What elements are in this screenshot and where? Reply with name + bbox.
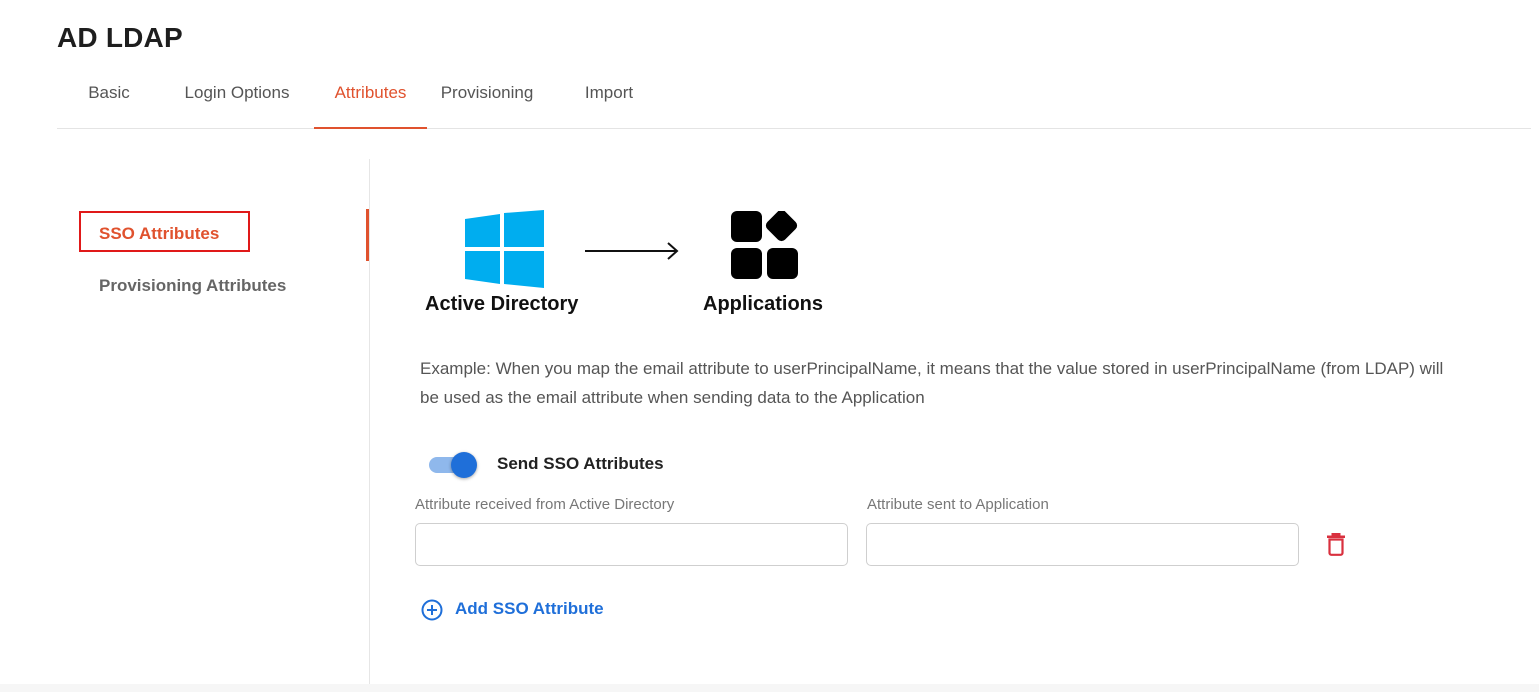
mapping-description: Example: When you map the email attribut…: [420, 359, 1444, 407]
source-attribute-input[interactable]: [415, 523, 848, 566]
tab-login-options[interactable]: Login Options: [177, 70, 297, 127]
target-attribute-label: Attribute sent to Application: [867, 496, 1049, 513]
delete-icon[interactable]: [1326, 532, 1346, 556]
page-bottom-shade: [0, 684, 1539, 692]
target-attribute-input[interactable]: [866, 523, 1299, 566]
tab-basic[interactable]: Basic: [81, 70, 137, 127]
send-sso-attributes-label: Send SSO Attributes: [497, 454, 664, 473]
send-sso-attributes-toggle[interactable]: [429, 452, 477, 478]
tab-attributes[interactable]: Attributes: [314, 70, 427, 129]
sidebar-item-sso-attributes[interactable]: SSO Attributes: [79, 211, 250, 252]
tab-bar: Basic Login Options Attributes Provision…: [57, 70, 1531, 129]
tab-import[interactable]: Import: [577, 70, 641, 127]
source-label: Active Directory: [425, 293, 579, 315]
arrow-right-icon: [585, 242, 679, 260]
sidebar-divider: [369, 159, 370, 692]
target-label: Applications: [703, 293, 824, 315]
sidebar-item-provisioning-attributes[interactable]: Provisioning Attributes: [99, 276, 286, 296]
source-attribute-label: Attribute received from Active Directory: [415, 496, 675, 513]
apps-grid-icon: [731, 211, 798, 279]
add-sso-attribute-label: Add SSO Attribute: [455, 599, 604, 618]
plus-circle-icon: [421, 599, 443, 621]
windows-logo-icon: [465, 210, 544, 288]
page-title: AD LDAP: [57, 22, 183, 53]
tab-provisioning[interactable]: Provisioning: [437, 70, 537, 127]
toggle-knob: [451, 452, 477, 478]
